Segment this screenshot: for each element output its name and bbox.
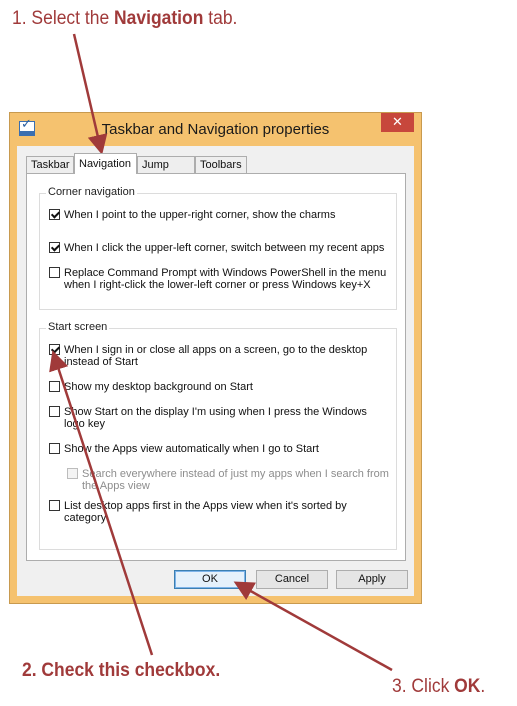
apps-view-auto-checkbox[interactable] (49, 443, 60, 454)
tab-toolbars[interactable]: Toolbars (195, 156, 247, 173)
dialog-client-area: Taskbar Navigation Jump Lists Toolbars C… (17, 146, 414, 596)
apply-button[interactable]: Apply (336, 570, 408, 589)
tab-jump-lists[interactable]: Jump Lists (137, 156, 195, 188)
start-screen-group: Start screen When I sign in or close all… (39, 321, 397, 550)
cancel-button[interactable]: Cancel (256, 570, 328, 589)
start-on-display-checkbox[interactable] (49, 406, 60, 417)
go-to-desktop-checkbox[interactable] (49, 344, 60, 355)
option-label: Replace Command Prompt with Windows Powe… (64, 267, 387, 291)
annotation-step-1: 1. Select the Navigation tab. (12, 8, 237, 30)
option-label: Show Start on the display I'm using when… (64, 406, 367, 430)
annotation-step-1-bold: Navigation (114, 8, 204, 29)
powershell-checkbox[interactable] (49, 267, 60, 278)
annotation-step-3-prefix: 3. Click (392, 676, 455, 697)
option-label: Show the Apps view automatically when I … (64, 443, 319, 455)
annotation-step-1-suffix: tab. (203, 8, 238, 29)
corner-navigation-group: Corner navigation When I point to the up… (39, 186, 397, 310)
ok-button[interactable]: OK (174, 570, 246, 589)
title-bar[interactable]: ✓ Taskbar and Navigation properties ✕ (10, 113, 421, 145)
tab-navigation[interactable]: Navigation (74, 153, 137, 174)
tab-taskbar[interactable]: Taskbar (26, 156, 74, 173)
option-label: List desktop apps first in the Apps view… (64, 500, 347, 524)
corner-navigation-label: Corner navigation (46, 186, 137, 198)
annotation-step-3-bold: OK (454, 676, 481, 697)
search-everywhere-checkbox (67, 468, 78, 479)
window-title: Taskbar and Navigation properties (101, 121, 330, 138)
show-charms-checkbox[interactable] (49, 209, 60, 220)
annotation-step-2-text: 2. Check this checkbox. (22, 660, 221, 681)
properties-dialog: ✓ Taskbar and Navigation properties ✕ Ta… (9, 112, 422, 604)
annotation-step-3-suffix: . (480, 676, 486, 697)
annotation-step-2: 2. Check this checkbox. (22, 660, 220, 682)
option-label: Search everywhere instead of just my app… (82, 468, 389, 492)
desktop-apps-first-checkbox[interactable] (49, 500, 60, 511)
close-button[interactable]: ✕ (381, 113, 414, 132)
option-label: Show my desktop background on Start (64, 381, 253, 393)
option-label: When I sign in or close all apps on a sc… (64, 344, 368, 368)
navigation-tab-panel: Corner navigation When I point to the up… (26, 173, 406, 561)
annotation-step-1-prefix: 1. Select the (12, 8, 115, 29)
option-label: When I point to the upper-right corner, … (64, 209, 336, 221)
annotation-step-3: 3. Click OK. (392, 676, 485, 698)
desktop-background-checkbox[interactable] (49, 381, 60, 392)
close-icon: ✕ (392, 115, 403, 130)
start-screen-label: Start screen (46, 321, 110, 333)
option-label: When I click the upper-left corner, swit… (64, 242, 385, 254)
switch-recent-apps-checkbox[interactable] (49, 242, 60, 253)
